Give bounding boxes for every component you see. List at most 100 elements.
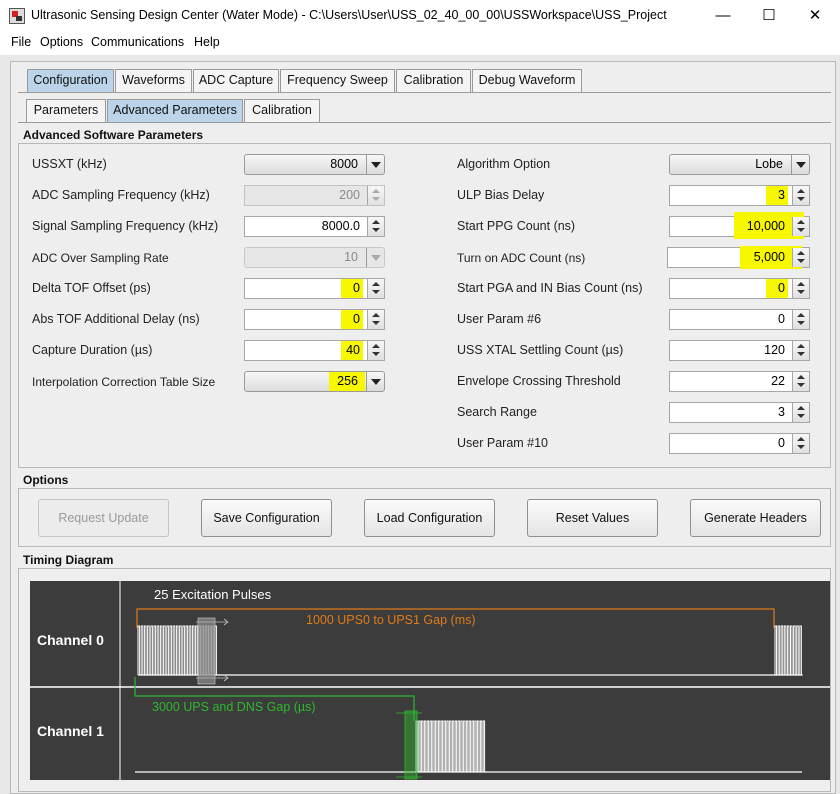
field-value: 3 (778, 188, 785, 202)
timing-section-title: Timing Diagram (23, 553, 114, 567)
save-configuration-button[interactable]: Save Configuration (201, 499, 332, 537)
user-param-10-field[interactable]: 0 (669, 433, 810, 454)
channel-0-label: Channel 0 (37, 632, 104, 648)
menu-communications[interactable]: Communications (91, 35, 184, 49)
search-range-field[interactable]: 3 (669, 402, 810, 423)
field-value: 0 (778, 312, 785, 326)
combo-value: 256 (337, 374, 358, 388)
param-label: USS XTAL Settling Count (µs) (457, 343, 624, 357)
tab-calibration[interactable]: Calibration (396, 69, 471, 92)
maximize-button[interactable]: ☐ (746, 0, 792, 31)
combo-value: Lobe (755, 157, 783, 171)
field-value: 40 (346, 343, 360, 357)
menu-file[interactable]: File (11, 35, 31, 49)
spinner-arrows-icon[interactable] (367, 279, 384, 298)
signal-sampling-frequency-field[interactable]: 8000.0 (244, 216, 385, 237)
param-label: Algorithm Option (457, 157, 551, 171)
minimize-button[interactable]: — (700, 0, 746, 31)
param-label: Delta TOF Offset (ps) (32, 281, 151, 295)
dns-gap-bracket (134, 677, 415, 721)
tab-waveforms[interactable]: Waveforms (115, 69, 192, 92)
envelope-crossing-threshold-field[interactable]: 22 (669, 371, 810, 392)
field-value: 8000.0 (321, 219, 360, 233)
field-value: 22 (771, 374, 785, 388)
excitation-pulses-end (774, 625, 803, 676)
generate-headers-button[interactable]: Generate Headers (690, 499, 821, 537)
interpolation-table-size-combo[interactable]: 256 (244, 371, 385, 392)
param-label: Signal Sampling Frequency (kHz) (32, 219, 219, 233)
param-label: Capture Duration (µs) (32, 343, 153, 357)
ulp-bias-delay-field[interactable]: 3 (669, 185, 810, 206)
param-label: USSXT (kHz) (32, 157, 107, 171)
subtab-calibration[interactable]: Calibration (244, 99, 320, 122)
spinner-arrows-icon (367, 186, 384, 205)
title-bar: Ultrasonic Sensing Design Center (Water … (0, 0, 840, 31)
ussxt-combo[interactable]: 8000 (244, 154, 385, 175)
field-value: 0 (353, 312, 360, 326)
ups-gap-label: 1000 UPS0 to UPS1 Gap (ms) (306, 613, 476, 627)
app-icon (9, 8, 25, 24)
menu-bar: File Options Communications Help (0, 31, 840, 53)
spinner-arrows-icon[interactable] (367, 310, 384, 329)
pulses-label: 25 Excitation Pulses (154, 587, 272, 602)
pulse-train (415, 720, 486, 773)
menu-help[interactable]: Help (194, 35, 220, 49)
algorithm-option-combo[interactable]: Lobe (669, 154, 810, 175)
reset-values-button[interactable]: Reset Values (527, 499, 658, 537)
param-label: Search Range (457, 405, 537, 419)
dns-marker (404, 710, 418, 780)
menu-options[interactable]: Options (40, 35, 83, 49)
channel-1-pulses (415, 720, 486, 773)
window-title: Ultrasonic Sensing Design Center (Water … (31, 8, 667, 22)
field-value: 3 (778, 405, 785, 419)
spinner-arrows-icon[interactable] (792, 403, 809, 422)
capture-duration-field[interactable]: 40 (244, 340, 385, 361)
subtab-parameters[interactable]: Parameters (26, 99, 106, 122)
adc-sampling-frequency-field: 200 (244, 185, 385, 206)
param-label: Start PPG Count (ns) (457, 219, 576, 233)
spinner-arrows-icon[interactable] (792, 372, 809, 391)
advanced-section-title: Advanced Software Parameters (23, 128, 204, 142)
spinner-arrows-icon[interactable] (792, 279, 809, 298)
dns-gap-label: 3000 UPS and DNS Gap (µs) (152, 700, 316, 714)
chevron-down-icon[interactable] (791, 155, 809, 174)
delta-tof-offset-field[interactable]: 0 (244, 278, 385, 299)
subtab-advanced-parameters[interactable]: Advanced Parameters (107, 99, 243, 122)
close-button[interactable]: ✕ (792, 0, 838, 31)
tab-debug-waveform[interactable]: Debug Waveform (472, 69, 582, 92)
abs-tof-additional-delay-field[interactable]: 0 (244, 309, 385, 330)
user-param-6-field[interactable]: 0 (669, 309, 810, 330)
field-value: 5,000 (753, 250, 785, 264)
spinner-arrows-icon[interactable] (367, 217, 384, 236)
start-pga-in-bias-count-field[interactable]: 0 (669, 278, 810, 299)
timing-diagram-canvas: Channel 0 Channel 1 25 Excitation Pulses… (30, 581, 830, 780)
chevron-down-icon[interactable] (366, 372, 384, 391)
spinner-arrows-icon[interactable] (792, 341, 809, 360)
request-update-button[interactable]: Request Update (38, 499, 169, 537)
pulse-train (774, 625, 803, 676)
param-label: Envelope Crossing Threshold (457, 374, 621, 388)
chevron-down-icon[interactable] (366, 155, 384, 174)
field-value: 120 (764, 343, 785, 357)
pulse-marker (197, 617, 216, 685)
tab-adc-capture[interactable]: ADC Capture (193, 69, 279, 92)
spinner-arrows-icon[interactable] (792, 310, 809, 329)
spinner-arrows-icon[interactable] (792, 186, 809, 205)
field-value: 200 (339, 188, 360, 202)
turn-on-adc-count-field[interactable]: 5,000 (667, 246, 810, 269)
start-ppg-count-field[interactable]: 10,000 (669, 212, 810, 239)
spinner-arrows-icon[interactable] (792, 434, 809, 453)
channel-1-label: Channel 1 (37, 723, 104, 739)
load-configuration-button[interactable]: Load Configuration (364, 499, 495, 537)
spinner-arrows-icon[interactable] (792, 248, 809, 267)
spinner-arrows-icon[interactable] (367, 341, 384, 360)
param-label: Interpolation Correction Table Size (32, 375, 216, 389)
param-label: User Param #10 (457, 436, 549, 450)
uss-xtal-settling-count-field[interactable]: 120 (669, 340, 810, 361)
spinner-arrows-icon[interactable] (792, 217, 809, 236)
tab-frequency-sweep[interactable]: Frequency Sweep (280, 69, 395, 92)
chevron-down-icon (366, 248, 384, 267)
field-value: 0 (778, 436, 785, 450)
main-tab-divider (18, 92, 831, 93)
tab-configuration[interactable]: Configuration (27, 69, 114, 92)
